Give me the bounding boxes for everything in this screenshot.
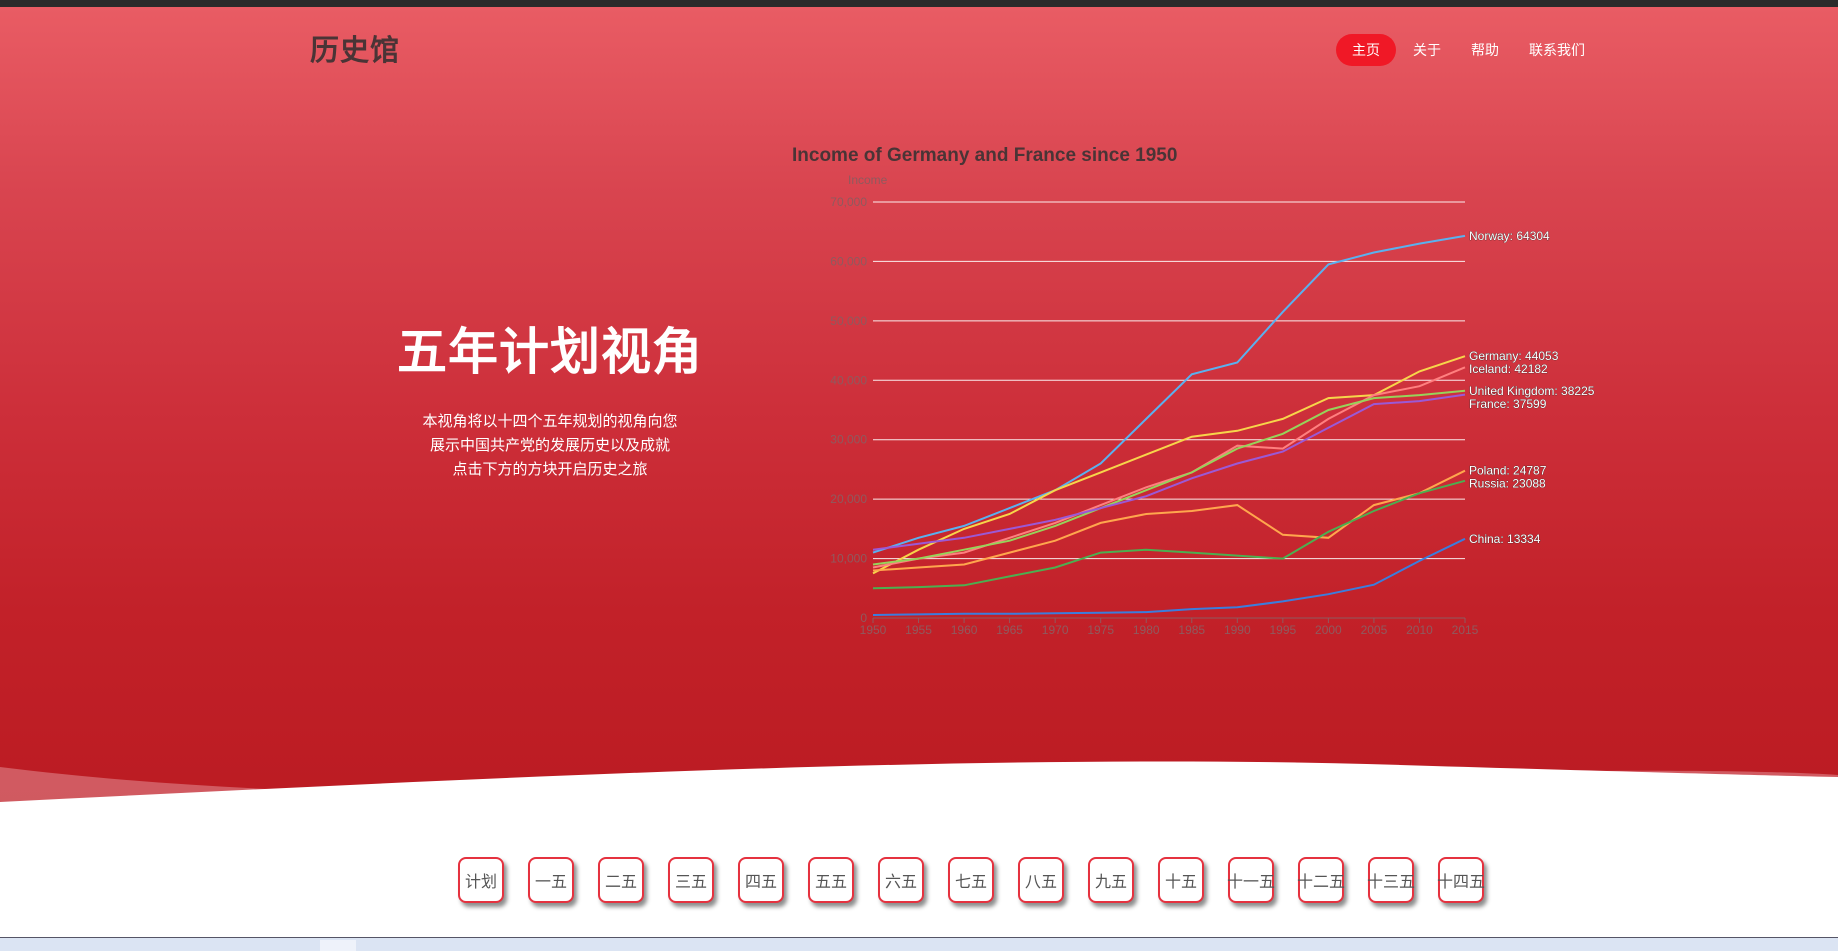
hero-banner: 历史馆 主页 关于 帮助 联系我们 五年计划视角 本视角将以十四个五年规划的视角… xyxy=(0,7,1838,812)
series-end-label: United Kingdom: 38225 xyxy=(1469,384,1595,398)
series-end-label: Norway: 64304 xyxy=(1469,229,1550,243)
series-line xyxy=(872,355,1466,575)
top-border xyxy=(0,0,1838,7)
hero-desc-line: 本视角将以十四个五年规划的视角向您 xyxy=(422,412,678,430)
plan-button-bar: 计划 一五 二五 三五 四五 五五 六五 七五 八五 九五 十五 十一五 十二五… xyxy=(458,857,1508,903)
x-tick-label: 1975 xyxy=(1087,623,1114,637)
plan-button-7[interactable]: 七五 xyxy=(948,857,994,903)
series-end-label: China: 13334 xyxy=(1469,532,1541,546)
plan-button-9[interactable]: 九五 xyxy=(1088,857,1134,903)
chart-title: Income of Germany and France since 1950 xyxy=(792,145,1177,166)
plan-button-8[interactable]: 八五 xyxy=(1018,857,1064,903)
plan-button-6[interactable]: 六五 xyxy=(878,857,924,903)
site-logo[interactable]: 历史馆 xyxy=(310,27,400,69)
y-tick-label: 10,000 xyxy=(830,552,867,566)
plan-button-4[interactable]: 四五 xyxy=(738,857,784,903)
hero-desc-line: 展示中国共产党的发展历史以及成就 xyxy=(429,436,670,454)
plan-button-12[interactable]: 十二五 xyxy=(1297,857,1345,903)
x-tick-label: 1955 xyxy=(905,623,932,637)
y-tick-label: 50,000 xyxy=(830,314,867,328)
browser-status-bar xyxy=(0,937,1838,951)
hero-title: 五年计划视角 xyxy=(397,323,703,381)
plan-button-10[interactable]: 十五 xyxy=(1158,857,1204,903)
nav-help[interactable]: 帮助 xyxy=(1458,34,1512,66)
x-tick-label: 2015 xyxy=(1452,623,1479,637)
main-nav: 主页 关于 帮助 联系我们 xyxy=(1332,34,1598,66)
series-end-label: Poland: 24787 xyxy=(1469,464,1547,478)
plan-button-overview[interactable]: 计划 xyxy=(458,857,504,903)
series-end-label: Iceland: 42182 xyxy=(1469,362,1548,376)
plan-button-13[interactable]: 十三五 xyxy=(1367,857,1415,903)
series-line xyxy=(872,479,1466,590)
x-tick-label: 1950 xyxy=(860,623,887,637)
nav-contact[interactable]: 联系我们 xyxy=(1516,34,1598,66)
plan-button-5[interactable]: 五五 xyxy=(808,857,854,903)
y-tick-label: 70,000 xyxy=(830,195,867,209)
wave-decoration xyxy=(0,761,1838,812)
plan-button-2[interactable]: 二五 xyxy=(598,857,644,903)
x-tick-label: 1960 xyxy=(951,623,978,637)
hero-description: 本视角将以十四个五年规划的视角向您 展示中国共产党的发展历史以及成就 点击下方的… xyxy=(380,409,720,481)
plan-button-1[interactable]: 一五 xyxy=(528,857,574,903)
series-line xyxy=(872,469,1466,572)
x-tick-label: 1995 xyxy=(1269,623,1296,637)
plan-button-11[interactable]: 十一五 xyxy=(1227,857,1275,903)
x-tick-label: 2005 xyxy=(1361,623,1388,637)
x-tick-label: 1990 xyxy=(1224,623,1251,637)
income-line-chart: Income of Germany and France since 1950 I… xyxy=(792,145,1595,637)
nav-about[interactable]: 关于 xyxy=(1400,34,1454,66)
y-axis-label: Income xyxy=(848,173,888,187)
x-tick-label: 2000 xyxy=(1315,623,1342,637)
y-tick-label: 60,000 xyxy=(830,254,867,268)
series-end-label: France: 37599 xyxy=(1469,397,1547,411)
hero-desc-line: 点击下方的方块开启历史之旅 xyxy=(452,460,648,478)
x-tick-label: 1970 xyxy=(1042,623,1069,637)
x-tick-label: 1985 xyxy=(1178,623,1205,637)
y-tick-label: 20,000 xyxy=(830,492,867,506)
plan-button-14[interactable]: 十四五 xyxy=(1437,857,1485,903)
nav-home[interactable]: 主页 xyxy=(1336,34,1396,66)
status-tab[interactable] xyxy=(320,940,356,951)
x-tick-label: 2010 xyxy=(1406,623,1433,637)
plan-button-3[interactable]: 三五 xyxy=(668,857,714,903)
x-tick-label: 1965 xyxy=(996,623,1023,637)
x-tick-label: 1980 xyxy=(1133,623,1160,637)
series-end-label: Russia: 23088 xyxy=(1469,477,1546,491)
y-tick-label: 40,000 xyxy=(830,373,867,387)
series-end-label: Germany: 44053 xyxy=(1469,349,1559,363)
y-tick-label: 30,000 xyxy=(830,433,867,447)
